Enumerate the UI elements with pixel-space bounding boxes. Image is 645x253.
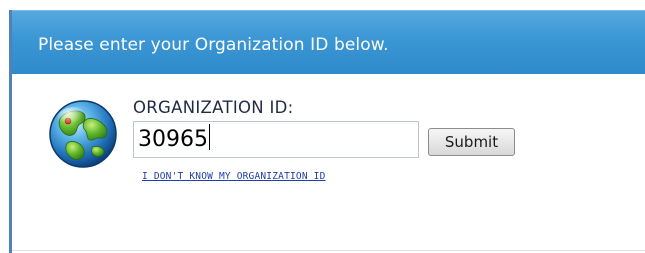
organization-id-value: 30965	[138, 127, 208, 152]
forgot-organization-id-link[interactable]: I DON'T KNOW MY ORGANIZATION ID	[142, 171, 326, 182]
submit-button[interactable]: Submit	[428, 128, 515, 156]
top-gap	[0, 0, 645, 10]
globe-icon	[47, 97, 119, 169]
organization-id-label: ORGANIZATION ID:	[133, 98, 294, 117]
header-bar: Please enter your Organization ID below.	[12, 10, 645, 74]
bottom-divider	[12, 250, 645, 251]
organization-id-input[interactable]: 30965	[133, 121, 419, 158]
header-message: Please enter your Organization ID below.	[38, 35, 389, 55]
text-caret	[209, 124, 210, 150]
login-panel: Please enter your Organization ID below.	[0, 0, 645, 253]
